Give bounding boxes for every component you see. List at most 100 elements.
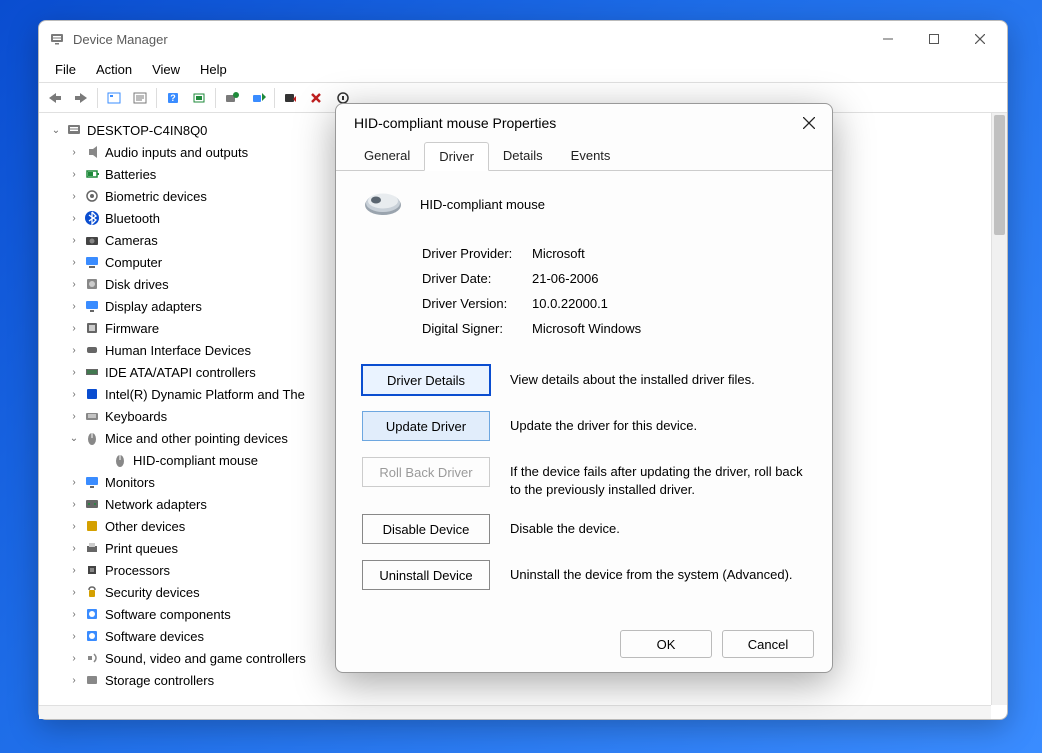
- chevron-down-icon[interactable]: ⌄: [49, 125, 63, 136]
- keyboard-icon: [83, 407, 101, 425]
- update-driver-button[interactable]: Update Driver: [362, 411, 490, 441]
- tree-item-label: Intel(R) Dynamic Platform and The: [105, 387, 305, 402]
- chevron-icon[interactable]: ›: [67, 389, 81, 400]
- tree-item-label: Print queues: [105, 541, 178, 556]
- chevron-icon[interactable]: ›: [67, 213, 81, 224]
- chevron-icon[interactable]: ›: [67, 499, 81, 510]
- tree-item-label: Processors: [105, 563, 170, 578]
- driver-date-value: 21-06-2006: [532, 271, 599, 286]
- chevron-icon[interactable]: ›: [67, 609, 81, 620]
- driver-date-label: Driver Date:: [422, 271, 532, 286]
- sound-icon: [83, 649, 101, 667]
- disable-icon[interactable]: [279, 86, 303, 110]
- close-button[interactable]: [957, 24, 1003, 54]
- chevron-icon[interactable]: ⌄: [67, 433, 81, 444]
- chevron-icon[interactable]: ›: [67, 367, 81, 378]
- audio-icon: [83, 143, 101, 161]
- chevron-icon[interactable]: ›: [67, 147, 81, 158]
- vertical-scrollbar[interactable]: [991, 113, 1007, 705]
- chevron-icon[interactable]: ›: [67, 631, 81, 642]
- digital-signer-label: Digital Signer:: [422, 321, 532, 336]
- nav-forward-icon[interactable]: [69, 86, 93, 110]
- chevron-icon[interactable]: ›: [67, 235, 81, 246]
- tab-driver[interactable]: Driver: [424, 142, 489, 171]
- minimize-button[interactable]: [865, 24, 911, 54]
- menu-view[interactable]: View: [142, 60, 190, 79]
- chevron-icon[interactable]: ›: [67, 301, 81, 312]
- maximize-button[interactable]: [911, 24, 957, 54]
- scan-hardware-icon[interactable]: [187, 86, 211, 110]
- camera-icon: [83, 231, 101, 249]
- chevron-icon[interactable]: ›: [67, 543, 81, 554]
- app-icon: [49, 31, 65, 47]
- mouse-icon: [362, 189, 404, 219]
- tree-item-label: Bluetooth: [105, 211, 160, 226]
- separator: [97, 88, 98, 108]
- chevron-icon[interactable]: ›: [67, 587, 81, 598]
- menu-action[interactable]: Action: [86, 60, 142, 79]
- remove-icon[interactable]: [305, 86, 329, 110]
- driver-details-button[interactable]: Driver Details: [362, 365, 490, 395]
- chevron-icon[interactable]: ›: [67, 521, 81, 532]
- dialog-close-button[interactable]: [794, 108, 824, 138]
- chevron-icon[interactable]: ›: [67, 653, 81, 664]
- tree-item-label: Keyboards: [105, 409, 167, 424]
- dialog-titlebar: HID-compliant mouse Properties: [336, 104, 832, 142]
- menu-file[interactable]: File: [45, 60, 86, 79]
- computer-icon: [65, 121, 83, 139]
- mouse-icon: [83, 429, 101, 447]
- storage-icon: [83, 671, 101, 689]
- help-icon[interactable]: ?: [161, 86, 185, 110]
- tab-events[interactable]: Events: [557, 142, 625, 171]
- ok-button[interactable]: OK: [620, 630, 712, 658]
- display-icon: [83, 297, 101, 315]
- chevron-icon[interactable]: ›: [67, 191, 81, 202]
- chevron-icon[interactable]: ›: [67, 323, 81, 334]
- uninstall-icon[interactable]: [246, 86, 270, 110]
- tree-item-label: Disk drives: [105, 277, 169, 292]
- driver-version-value: 10.0.22000.1: [532, 296, 608, 311]
- driver-tab-panel: HID-compliant mouse Driver Provider: Mic…: [336, 170, 832, 618]
- tab-details[interactable]: Details: [489, 142, 557, 171]
- chevron-icon[interactable]: ›: [67, 345, 81, 356]
- chevron-icon[interactable]: ›: [67, 411, 81, 422]
- horizontal-scrollbar[interactable]: [39, 705, 991, 719]
- uninstall-device-desc: Uninstall the device from the system (Ad…: [510, 560, 806, 584]
- tree-item-label: Computer: [105, 255, 162, 270]
- chevron-icon[interactable]: ›: [67, 675, 81, 686]
- chevron-icon[interactable]: ›: [67, 565, 81, 576]
- chevron-icon[interactable]: ›: [67, 279, 81, 290]
- menubar: File Action View Help: [39, 57, 1007, 83]
- tree-item-label: Network adapters: [105, 497, 207, 512]
- tree-item-label: Monitors: [105, 475, 155, 490]
- driver-provider-label: Driver Provider:: [422, 246, 532, 261]
- tree-item-label: Other devices: [105, 519, 185, 534]
- uninstall-device-button[interactable]: Uninstall Device: [362, 560, 490, 590]
- tab-general[interactable]: General: [350, 142, 424, 171]
- tree-root-label: DESKTOP-C4IN8Q0: [87, 123, 207, 138]
- properties-icon[interactable]: [128, 86, 152, 110]
- cpu-icon: [83, 561, 101, 579]
- separator: [215, 88, 216, 108]
- driver-info-grid: Driver Provider: Microsoft Driver Date: …: [362, 241, 806, 341]
- chevron-icon[interactable]: ›: [67, 257, 81, 268]
- chevron-icon[interactable]: ›: [67, 169, 81, 180]
- svg-text:?: ?: [170, 93, 176, 103]
- driver-provider-value: Microsoft: [532, 246, 585, 261]
- tree-item-label: Batteries: [105, 167, 156, 182]
- digital-signer-value: Microsoft Windows: [532, 321, 641, 336]
- ide-icon: [83, 363, 101, 381]
- update-driver-desc: Update the driver for this device.: [510, 411, 806, 435]
- show-hidden-icon[interactable]: [102, 86, 126, 110]
- print-icon: [83, 539, 101, 557]
- dialog-title: HID-compliant mouse Properties: [354, 115, 794, 131]
- hid-icon: [83, 341, 101, 359]
- update-driver-icon[interactable]: [220, 86, 244, 110]
- chevron-icon[interactable]: ›: [67, 477, 81, 488]
- menu-help[interactable]: Help: [190, 60, 237, 79]
- firmware-icon: [83, 319, 101, 337]
- tree-item-label: Audio inputs and outputs: [105, 145, 248, 160]
- nav-back-icon[interactable]: [43, 86, 67, 110]
- disable-device-button[interactable]: Disable Device: [362, 514, 490, 544]
- cancel-button[interactable]: Cancel: [722, 630, 814, 658]
